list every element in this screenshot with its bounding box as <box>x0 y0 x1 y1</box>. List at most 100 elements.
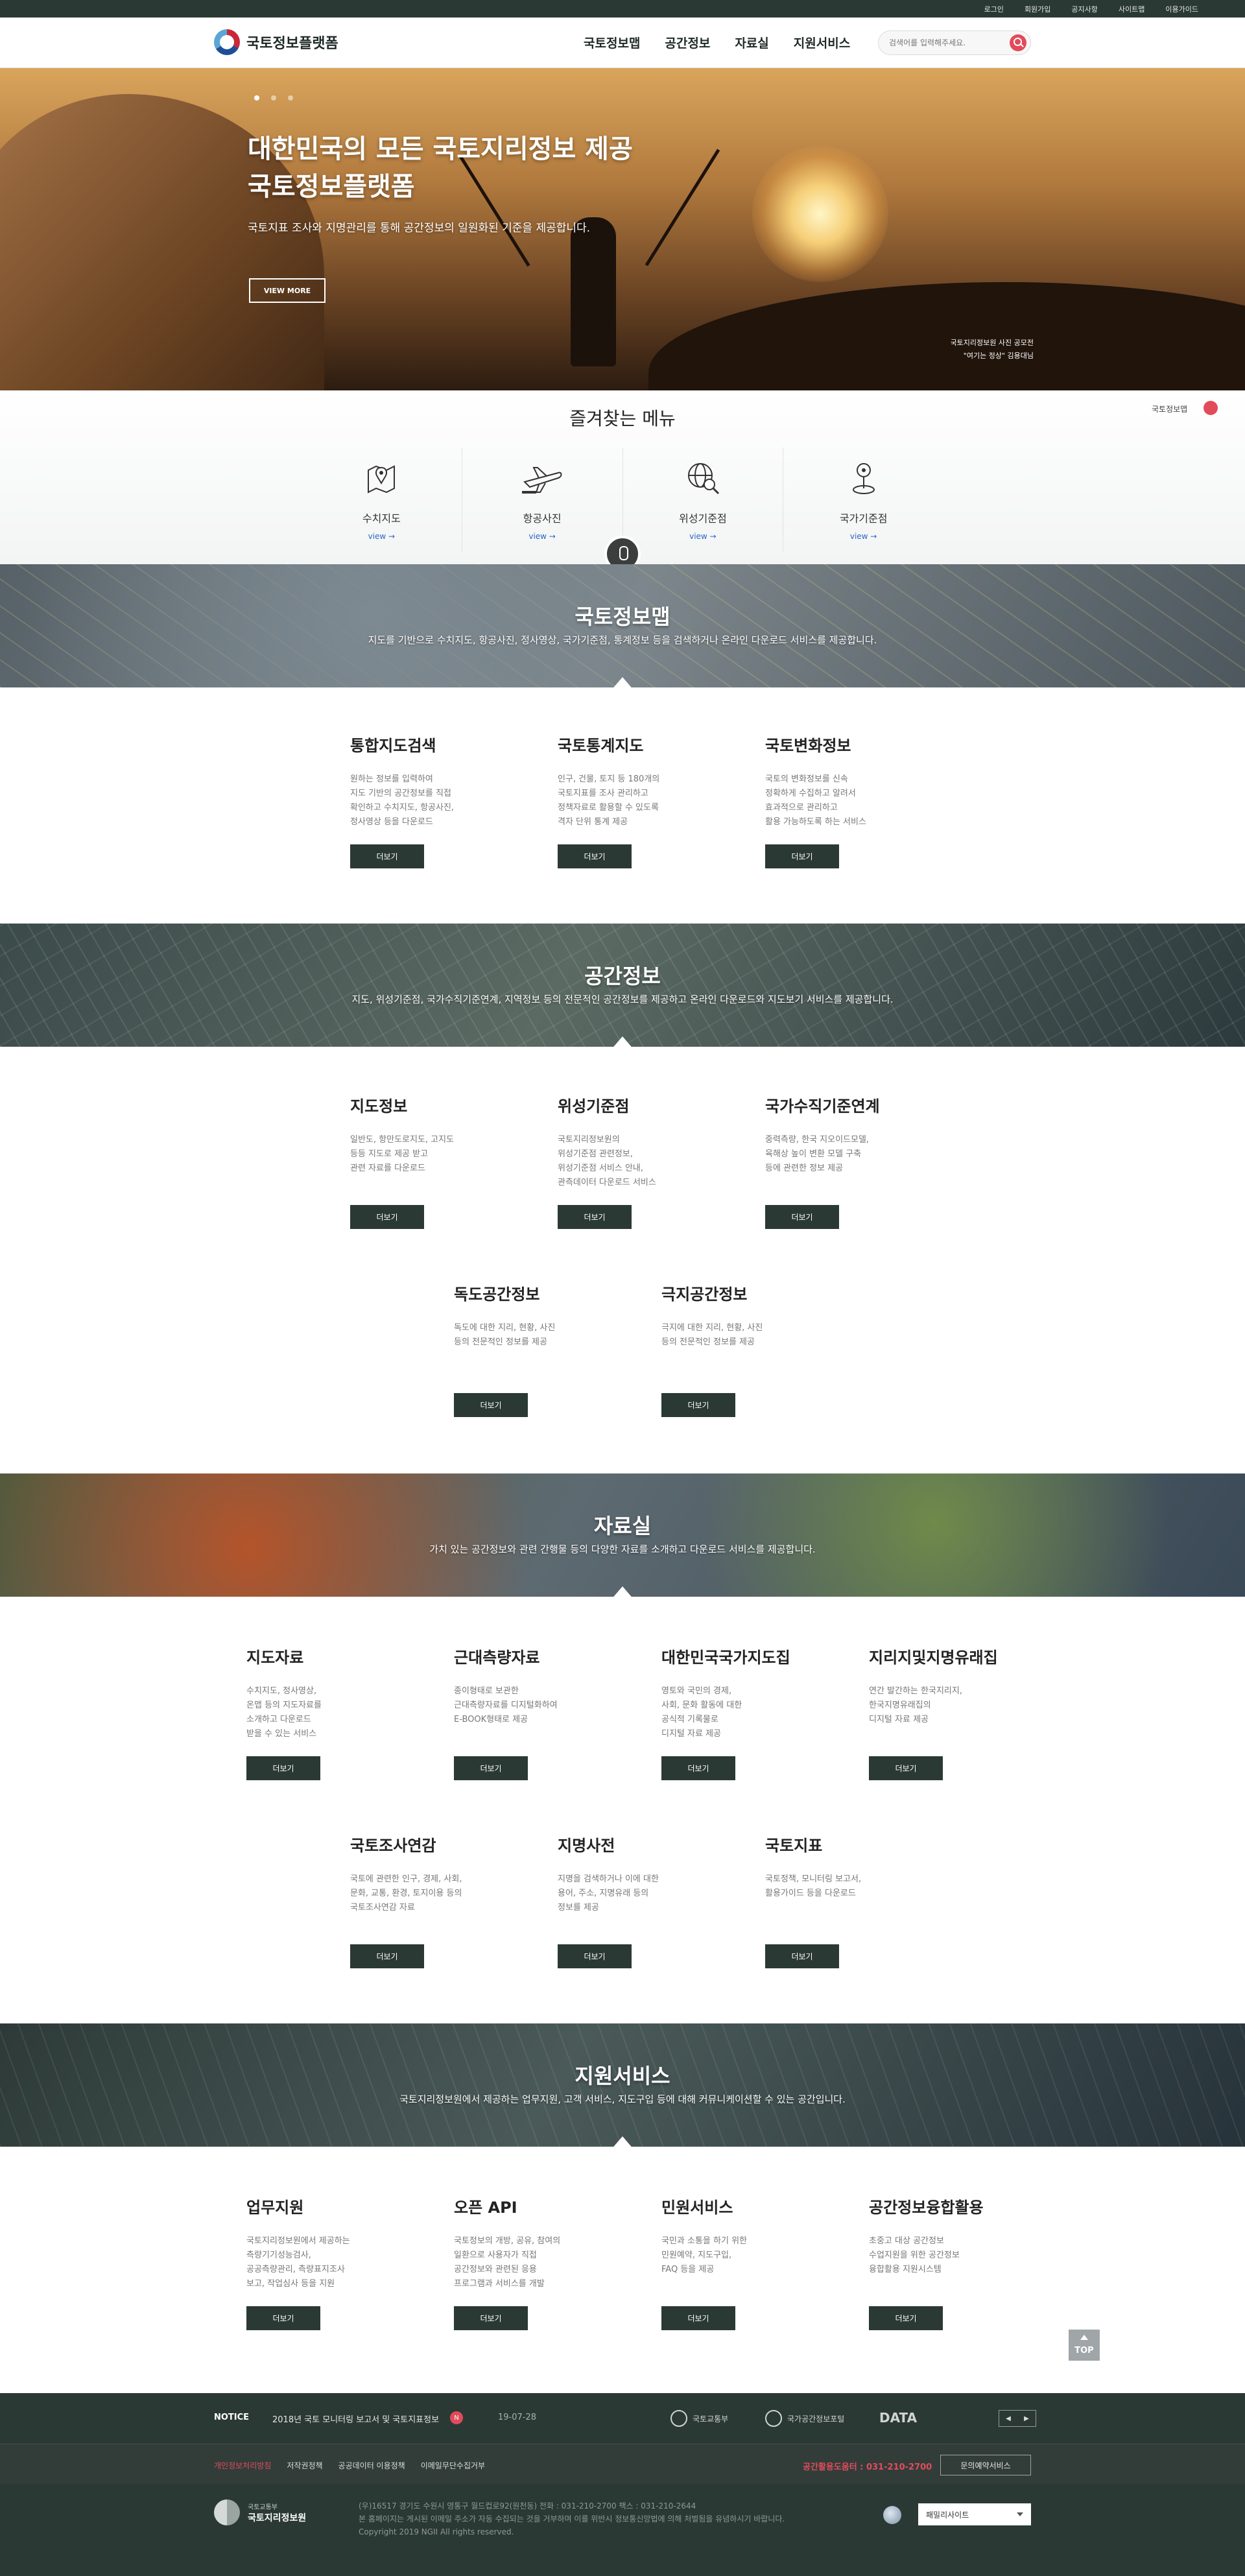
more-button[interactable]: 더보기 <box>765 1205 839 1229</box>
more-button[interactable]: 더보기 <box>350 1944 424 1968</box>
card-desc: 독도에 대한 지리, 현황, 사진 등의 전문적인 정보를 제공 <box>454 1323 556 1347</box>
more-button[interactable]: 더보기 <box>558 1205 632 1229</box>
nav-item-spatial[interactable]: 공간정보 <box>665 34 710 51</box>
notice-date: 19-07-28 <box>498 2413 537 2422</box>
hero-dot[interactable] <box>254 95 259 101</box>
service-card: 공간정보융합활용 초중고 대상 공간정보 수업지원을 위한 공간정보 융합활용 … <box>869 2195 1038 2330</box>
more-button[interactable]: 더보기 <box>558 1944 632 1968</box>
sitemap-link[interactable]: 사이트맵 <box>1119 4 1144 14</box>
notice-link[interactable]: 공지사항 <box>1071 4 1097 14</box>
card-title: 통합지도검색 <box>350 737 436 755</box>
scroll-top-button[interactable]: TOP <box>1069 2330 1100 2361</box>
privacy-link[interactable]: 개인정보처리방침 <box>214 2460 271 2471</box>
card-desc: 인구, 건물, 토지 등 180개의 국토지표를 조사 관리하고 정책자료로 활… <box>558 774 660 827</box>
family-site-select[interactable]: 패밀리사이트 <box>918 2503 1031 2525</box>
portal-logo-icon <box>765 2410 782 2427</box>
section-banner-archive: 자료실 가치 있는 공간정보와 관련 간행물 등의 다양한 자료를 소개하고 다… <box>0 1473 1245 1597</box>
more-button[interactable]: 더보기 <box>558 844 632 868</box>
logo-icon <box>214 29 240 55</box>
card-desc: 중력측량, 한국 지오이드모델, 육해상 높이 변환 모델 구축 등에 관련한 … <box>765 1135 870 1173</box>
more-button[interactable]: 더보기 <box>350 844 424 868</box>
inquiry-button[interactable]: 문의예약서비스 <box>940 2455 1031 2475</box>
hero-dot[interactable] <box>288 95 293 101</box>
partner-link[interactable]: DATA <box>879 2410 917 2426</box>
card-desc: 국토지리정보원의 위성기준점 관련정보, 위성기준점 서비스 안내, 관측데이터… <box>558 1135 656 1187</box>
footer-notice: 본 홈페이지는 게시된 이메일 주소가 자동 수집되는 것을 거부하며 이를 위… <box>359 2514 785 2523</box>
favorite-item[interactable]: 위성기준점 view → <box>623 447 784 551</box>
more-button[interactable]: 더보기 <box>246 1756 320 1780</box>
search-icon[interactable] <box>1010 34 1026 51</box>
partner-label: 국가공간정보포털 <box>787 2414 845 2424</box>
more-button[interactable]: 더보기 <box>765 1944 839 1968</box>
card-title: 지도자료 <box>246 1649 304 1667</box>
more-button[interactable]: 더보기 <box>246 2306 320 2330</box>
card-title: 민원서비스 <box>661 2199 733 2217</box>
service-card: 지도자료 수치지도, 정사영상, 온맵 등의 지도자료를 소개하고 다운로드 받… <box>246 1645 415 1780</box>
photo-credit: 국토지리정보원 사진 공모전 "여기는 정상" 김용대님 <box>908 337 1034 363</box>
section-title: 국토정보맵 <box>575 604 670 629</box>
partner-label: 국토교통부 <box>693 2414 729 2424</box>
more-button[interactable]: 더보기 <box>869 1756 943 1780</box>
favorite-view-link[interactable]: view → <box>689 532 717 541</box>
more-button[interactable]: 더보기 <box>765 844 839 868</box>
notice-bar: NOTICE 2018년 국토 모니터링 보고서 및 국토지표정보 N 19-0… <box>0 2393 1245 2444</box>
card-title: 극지공간정보 <box>661 1285 748 1304</box>
card-desc: 국토에 관련한 인구, 경제, 사회, 문화, 교통, 환경, 토지이용 등의 … <box>350 1874 462 1913</box>
card-desc: 국토정책, 모니터링 보고서, 활용가이드 등을 다운로드 <box>765 1874 862 1898</box>
globe-icon <box>883 2506 901 2524</box>
more-button[interactable]: 더보기 <box>661 1393 735 1417</box>
service-card: 오픈 API 국토정보의 개방, 공유, 참여의 일환으로 사용자가 직접 공간… <box>454 2195 622 2330</box>
partner-label: DATA <box>879 2410 918 2426</box>
next-arrow-icon[interactable]: ▶ <box>1017 2411 1036 2426</box>
airplane-icon <box>519 455 565 501</box>
prev-arrow-icon[interactable]: ◀ <box>999 2411 1017 2426</box>
card-desc: 연간 발간하는 한국지리지, 한국지명유래집의 디지털 자료 제공 <box>869 1686 962 1724</box>
partner-link[interactable]: 국가공간정보포털 <box>765 2410 844 2427</box>
login-link[interactable]: 로그인 <box>984 4 1004 14</box>
search-input[interactable] <box>879 31 995 54</box>
org-sub: 국토교통부 <box>248 2503 278 2511</box>
more-button[interactable]: 더보기 <box>350 1205 424 1229</box>
map-pin-icon <box>359 455 404 501</box>
hero-pagination <box>254 95 293 101</box>
more-button[interactable]: 더보기 <box>454 1756 528 1780</box>
nav-item-archive[interactable]: 자료실 <box>735 34 768 51</box>
favorite-item[interactable]: 수치지도 view → <box>302 447 462 551</box>
footer-links: 개인정보처리방침 저작권정책 공공데이터 이용정책 이메일무단수집거부 공간활용… <box>0 2444 1245 2484</box>
notice-text[interactable]: 2018년 국토 모니터링 보고서 및 국토지표정보 <box>272 2413 439 2425</box>
section-title: 지원서비스 <box>575 2064 670 2088</box>
copyright-policy-link[interactable]: 저작권정책 <box>287 2460 322 2471</box>
more-button[interactable]: 더보기 <box>661 1756 735 1780</box>
view-more-button[interactable]: VIEW MORE <box>249 278 326 303</box>
more-button[interactable]: 더보기 <box>454 2306 528 2330</box>
favorite-view-link[interactable]: view → <box>528 532 556 541</box>
signup-link[interactable]: 회원가입 <box>1025 4 1050 14</box>
globe-search-icon <box>680 455 726 501</box>
guide-link[interactable]: 이용가이드 <box>1165 4 1198 14</box>
card-desc: 종이형태로 보관한 근대측량자료를 디지털화하여 E-BOOK형태로 제공 <box>454 1686 558 1724</box>
more-button[interactable]: 더보기 <box>869 2306 943 2330</box>
service-card: 통합지도검색 원하는 정보를 입력하여 지도 기반의 공간정보를 직접 확인하고… <box>350 733 519 868</box>
more-button[interactable]: 더보기 <box>454 1393 528 1417</box>
site-logo[interactable]: 국토정보플랫폼 <box>214 29 338 55</box>
favorite-item[interactable]: 항공사진 view → <box>462 447 623 551</box>
footer: 국토교통부 국토지리정보원 (우)16517 경기도 수원시 영통구 월드컵로9… <box>0 2484 1245 2576</box>
favorite-item[interactable]: 국가기준점 view → <box>783 447 943 551</box>
photo-credit-line: 국토지리정보원 사진 공모전 <box>950 339 1034 347</box>
favorite-view-link[interactable]: view → <box>368 532 396 541</box>
card-title: 독도공간정보 <box>454 1285 540 1304</box>
card-desc: 국토의 변화정보를 신속 정확하게 수집하고 알려서 효과적으로 관리하고 활용… <box>765 774 866 827</box>
card-desc: 국민과 소통을 하기 위한 민원예약, 지도구입, FAQ 등을 제공 <box>661 2236 747 2274</box>
hero-banner: 대한민국의 모든 국토지리정보 제공 국토정보플랫폼 국토지표 조사와 지명관리… <box>0 68 1245 390</box>
section-banner-spatial: 공간정보 지도, 위성기준점, 국가수직기준연계, 지역정보 등의 전문적인 공… <box>0 924 1245 1047</box>
hero-dot[interactable] <box>271 95 276 101</box>
favorite-view-link[interactable]: view → <box>850 532 877 541</box>
partner-link[interactable]: 국토교통부 <box>670 2410 728 2427</box>
open-data-link[interactable]: 공공데이터 이용정책 <box>338 2460 405 2471</box>
email-refusal-link[interactable]: 이메일무단수집거부 <box>421 2460 485 2471</box>
card-title: 국가수직기준연계 <box>765 1097 880 1115</box>
footer-address: (우)16517 경기도 수원시 영통구 월드컵로92(원천동) 전화 : 03… <box>359 2501 696 2510</box>
nav-item-support[interactable]: 지원서비스 <box>794 34 850 51</box>
more-button[interactable]: 더보기 <box>661 2306 735 2330</box>
nav-item-map[interactable]: 국토정보맵 <box>584 34 640 51</box>
